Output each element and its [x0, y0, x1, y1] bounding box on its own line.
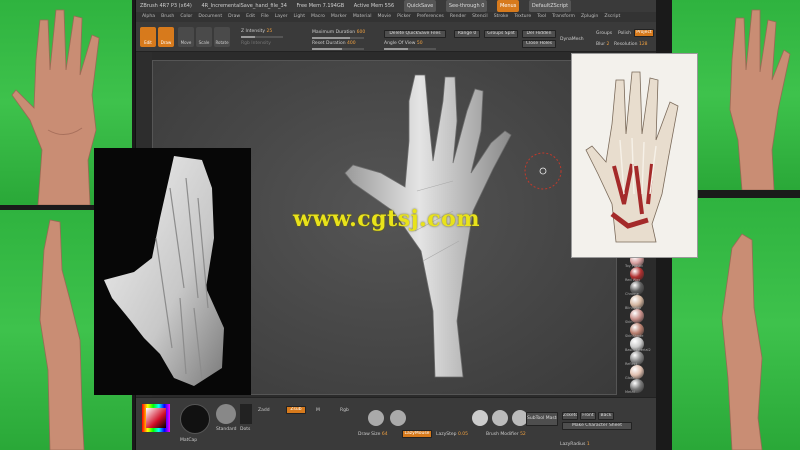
menus-button[interactable]: Menus	[496, 0, 520, 12]
menu-item-preferences[interactable]: Preferences	[417, 14, 444, 19]
del-hidden-button[interactable]: Del Hidden	[522, 30, 556, 38]
lightbox-icon[interactable]	[368, 410, 384, 426]
lazymouse-button[interactable]: LazyMouse	[402, 430, 432, 438]
file-name: 4R_IncrementalSave_hand_file_34	[201, 3, 287, 9]
menu-item-tool[interactable]: Tool	[537, 14, 546, 19]
menu-item-draw[interactable]: Draw	[228, 14, 240, 19]
clip-curve-icon[interactable]	[472, 410, 488, 426]
brush-cursor	[524, 152, 562, 190]
move-button[interactable]: Move	[178, 27, 194, 47]
menu-item-light[interactable]: Light	[294, 14, 305, 19]
menu-bar: Alpha Brush Color Document Draw Edit File Layer…	[136, 12, 656, 22]
anatomy-illustration	[571, 53, 698, 258]
blur-label: Blur 2	[596, 42, 610, 47]
menu-item-edit[interactable]: Edit	[246, 14, 255, 19]
zsketch-button[interactable]: Zsketch	[562, 412, 578, 420]
close-holes-button[interactable]: Close Holes	[522, 40, 556, 48]
free-mem: Free Mem 7.194GB	[296, 3, 345, 9]
stroke-dots-icon[interactable]	[240, 404, 252, 424]
dynamesh-button[interactable]: DynaMesh	[560, 37, 584, 42]
watermark-text: www.cgtsj.com	[293, 206, 481, 232]
clip-circle-icon[interactable]	[492, 410, 508, 426]
top-shelf: Edit Draw Move Scale Rotate Z Intensity …	[136, 22, 656, 52]
dots-label: Dots	[240, 427, 251, 432]
lazy-radius-label: LazyRadius 1	[560, 442, 590, 447]
menu-item-macro[interactable]: Macro	[311, 14, 325, 19]
reference-sculpture-photo	[94, 148, 251, 395]
menu-item-texture[interactable]: Texture	[514, 14, 531, 19]
angle-of-view-slider[interactable]	[384, 48, 436, 50]
range-button[interactable]: Range 0	[454, 30, 480, 38]
menu-item-zplugin[interactable]: Zplugin	[581, 14, 598, 19]
menu-item-file[interactable]: File	[261, 14, 269, 19]
z-intensity-top-slider[interactable]	[241, 36, 283, 38]
active-mem: Active Mem 556	[353, 3, 395, 9]
project-button[interactable]: Project	[634, 29, 654, 37]
menu-item-movie[interactable]: Movie	[377, 14, 391, 19]
groups-label[interactable]: Groups	[596, 31, 612, 36]
menu-item-marker[interactable]: Marker	[331, 14, 347, 19]
standard-brush-icon[interactable]	[216, 404, 236, 424]
quicksave-button[interactable]: QuickSave	[403, 0, 437, 12]
delete-quicksave-button[interactable]: Delete QuickSave Files	[384, 30, 446, 38]
material-label: Skin	[625, 320, 633, 324]
reset-duration-slider[interactable]	[312, 48, 364, 50]
draw-size-label: Draw Size 64	[358, 432, 388, 437]
menu-item-alpha[interactable]: Alpha	[142, 14, 155, 19]
groups-split-button[interactable]: Groups Split	[484, 30, 518, 38]
app-title: ZBrush 4R7 P3 (x64)	[140, 3, 192, 9]
draw-button[interactable]: Draw	[158, 27, 174, 47]
rotate-button[interactable]: Rotate	[214, 27, 230, 47]
zsub-button[interactable]: Zsub	[286, 406, 306, 414]
max-duration-label: Maximum Duration 600	[312, 30, 366, 35]
menu-item-stroke[interactable]: Stroke	[494, 14, 509, 19]
color-picker[interactable]	[142, 404, 170, 432]
menu-item-layer[interactable]: Layer	[275, 14, 288, 19]
menu-item-brush[interactable]: Brush	[161, 14, 174, 19]
title-bar: ZBrush 4R7 P3 (x64) 4R_IncrementalSave_h…	[136, 0, 656, 12]
spotlight-icon[interactable]	[390, 410, 406, 426]
front-button[interactable]: Front	[580, 412, 596, 420]
polish-label[interactable]: Polish	[618, 31, 631, 36]
bottom-shelf: MatCap Standard Dots Zadd Zsub M Rgb Dra…	[136, 397, 656, 450]
menu-item-document[interactable]: Document	[198, 14, 222, 19]
menu-item-material[interactable]: Material	[353, 14, 372, 19]
menu-item-color[interactable]: Color	[180, 14, 192, 19]
edit-button[interactable]: Edit	[140, 27, 156, 47]
reset-duration-label: Reset Duration 400	[312, 41, 356, 46]
m-label[interactable]: M	[316, 408, 320, 413]
lazy-step-label: LazyStep 0.05	[436, 432, 469, 437]
matcap-label: MatCap	[180, 438, 198, 443]
menu-item-zscript[interactable]: Zscript	[604, 14, 620, 19]
subtool-master-button[interactable]: SubTool Master	[526, 412, 558, 426]
default-zscript-button[interactable]: DefaultZScript	[528, 0, 572, 12]
menu-item-render[interactable]: Render	[450, 14, 466, 19]
menu-item-stencil[interactable]: Stencil	[472, 14, 488, 19]
back-button[interactable]: Back	[598, 412, 614, 420]
material-label: Metal	[625, 390, 635, 394]
make-character-sheet-button[interactable]: Make Character Sheet	[562, 422, 632, 430]
seethrough-slider[interactable]: See-through 0	[445, 0, 488, 12]
z-intensity-top-label: Z Intensity 25	[241, 29, 273, 34]
menu-item-picker[interactable]: Picker	[397, 14, 411, 19]
max-duration-slider[interactable]	[312, 37, 364, 39]
menu-item-transform[interactable]: Transform	[552, 14, 575, 19]
rgb-label[interactable]: Rgb	[340, 408, 349, 413]
screen: ZBrush 4R7 P3 (x64) 4R_IncrementalSave_h…	[0, 0, 800, 450]
resolution-label: Resolution 128	[614, 42, 648, 47]
matcap-preview[interactable]	[180, 404, 210, 434]
zadd-label[interactable]: Zadd	[258, 408, 270, 413]
rgb-intensity-top-label: Rgb Intensity	[241, 41, 271, 46]
standard-brush-label: Standard	[216, 427, 237, 432]
scale-button[interactable]: Scale	[196, 27, 212, 47]
angle-of-view-label: Angle Of View 50	[384, 41, 423, 46]
brush-modifier-label: Brush Modifier 52	[486, 432, 526, 437]
